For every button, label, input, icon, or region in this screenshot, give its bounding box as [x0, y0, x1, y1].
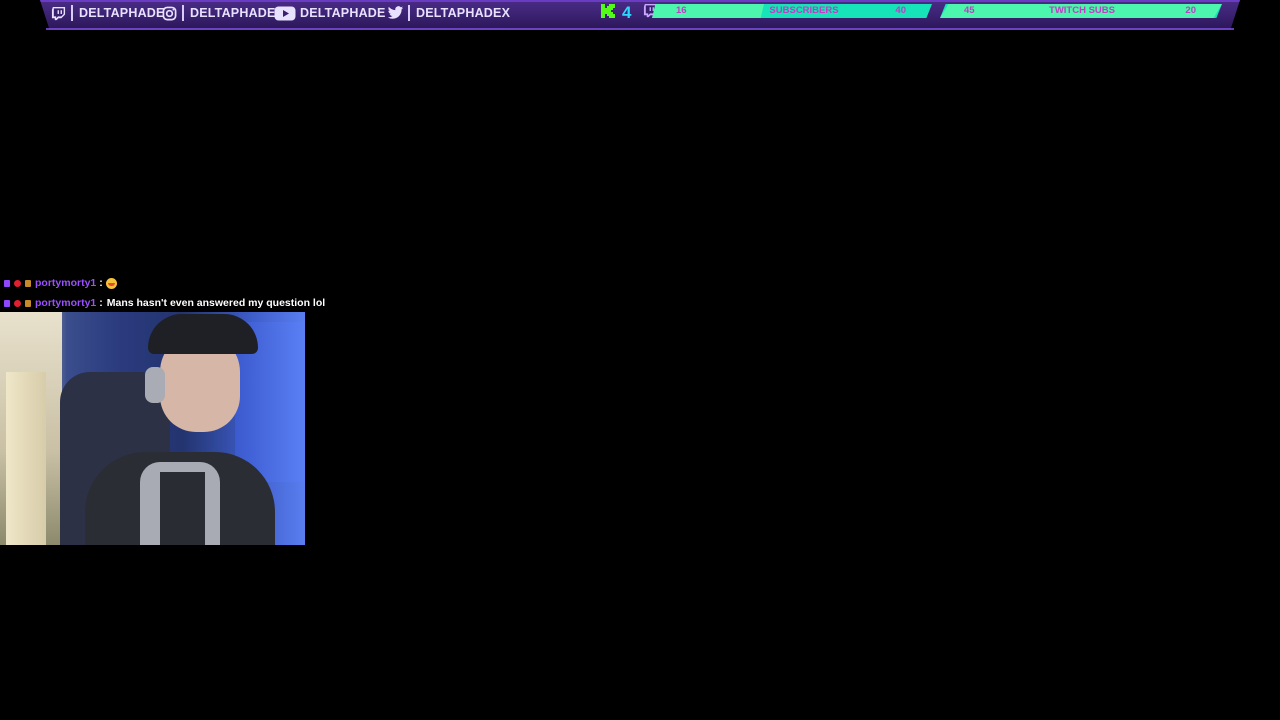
chat-username: portymorty1 — [35, 277, 97, 289]
kick-icon — [600, 3, 616, 24]
goal-label: TWITCH SUBS — [1049, 5, 1115, 16]
webcam-feed — [0, 312, 305, 545]
youtube-icon — [274, 5, 296, 22]
chat-message: portymorty1 : Mans hasn't even answered … — [4, 293, 384, 313]
red-badge-icon — [14, 299, 21, 307]
social-name: DELTAPHADE — [190, 6, 276, 20]
webcam-headset — [145, 367, 165, 403]
social-name: DELTAPHADEX — [416, 6, 511, 20]
chat-username: portymorty1 — [35, 297, 97, 309]
chat-message: portymorty1 : — [4, 273, 384, 293]
social-separator — [71, 5, 73, 21]
goal-target: 40 — [895, 5, 906, 16]
kick-viewer-count: 4 — [622, 3, 632, 22]
subscriber-badge-icon — [4, 279, 10, 287]
twitch-subs-goal-bar: 45 TWITCH SUBS 20 — [940, 4, 1222, 18]
social-name: DELTAPHADE — [300, 6, 386, 20]
social-separator — [182, 5, 184, 21]
chat-text: Mans hasn't even answered my question lo… — [106, 297, 326, 309]
twitter-icon — [387, 5, 404, 22]
goal-fill — [652, 4, 764, 18]
social-twitch: DELTAPHADE — [50, 3, 165, 23]
gift-badge-icon — [25, 279, 31, 287]
stream-top-bar: DELTAPHADE DELTAPHADE DELTAPHADE DELTAPH… — [40, 0, 1240, 30]
gift-badge-icon — [25, 299, 31, 307]
chat-overlay: portymorty1 : portymorty1 : Mans hasn't … — [4, 273, 384, 313]
social-instagram: DELTAPHADE — [161, 3, 276, 23]
social-twitter: DELTAPHADEX — [387, 3, 510, 23]
goal-current: 45 — [964, 5, 975, 16]
goal-label: SUBSCRIBERS — [769, 5, 839, 16]
webcam-cap — [148, 314, 258, 354]
chat-separator: : — [99, 277, 103, 289]
instagram-icon — [161, 5, 178, 22]
social-youtube: DELTAPHADE — [274, 3, 386, 23]
subscriber-badge-icon — [4, 299, 10, 307]
social-separator — [408, 5, 410, 21]
grinning-face-emoji-icon — [105, 277, 117, 289]
goal-target: 20 — [1185, 5, 1196, 16]
twitch-icon — [50, 5, 67, 22]
goal-current: 16 — [676, 5, 687, 16]
webcam-shirt — [160, 472, 205, 545]
webcam-door — [6, 372, 46, 545]
red-badge-icon — [14, 279, 21, 287]
subscribers-goal-bar: 16 SUBSCRIBERS 40 — [652, 4, 932, 18]
chat-separator: : — [99, 297, 103, 309]
top-bar-rim — [46, 28, 1234, 30]
social-name: DELTAPHADE — [79, 6, 165, 20]
